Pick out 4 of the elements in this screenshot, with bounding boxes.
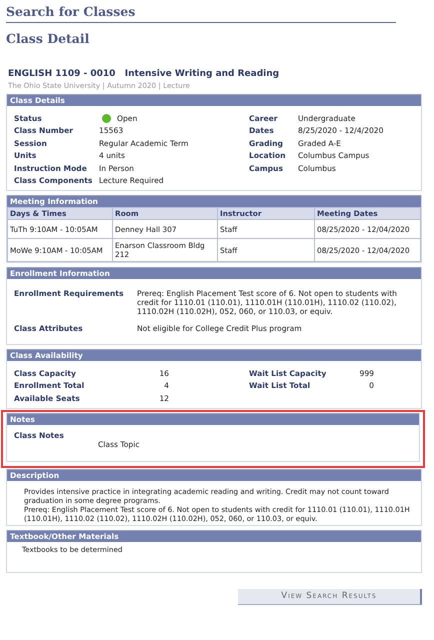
course-title: ENGLISH 1109 - 0010 Intensive Writing and Reading xyxy=(8,69,280,79)
view-search-results-button[interactable]: View Search Results xyxy=(238,588,422,604)
page-title: Search for Classes xyxy=(6,4,396,23)
page-subtitle: Class Detail xyxy=(6,31,90,46)
